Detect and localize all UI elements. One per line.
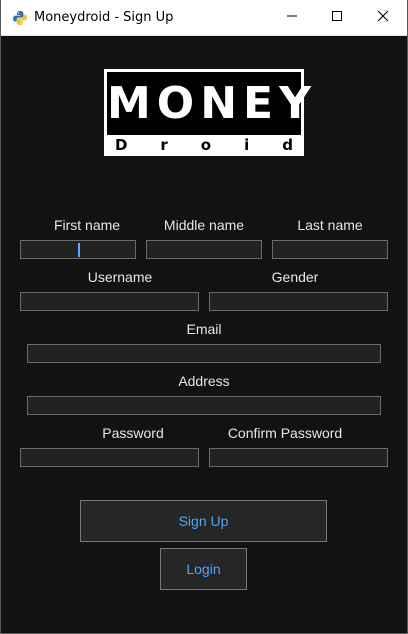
money-droid-logo: MONEY D r o i d	[104, 69, 317, 156]
signup-window: Moneydroid - Sign Up MONEY D r o i d Fir…	[0, 0, 408, 634]
last-name-label: Last name	[297, 217, 363, 233]
signup-button[interactable]: Sign Up	[80, 500, 327, 542]
login-button-label: Login	[186, 561, 221, 577]
logo-sub-text: D r o i d	[107, 135, 301, 156]
title-bar[interactable]: Moneydroid - Sign Up	[1, 0, 407, 36]
text-caret	[78, 243, 80, 257]
first-name-field[interactable]	[20, 240, 136, 259]
gender-field[interactable]	[209, 292, 388, 311]
address-field[interactable]	[27, 396, 381, 415]
maximize-button[interactable]	[314, 0, 360, 35]
close-icon	[377, 9, 389, 27]
maximize-icon	[331, 9, 343, 27]
python-icon	[12, 10, 28, 26]
logo-letter: r	[160, 136, 168, 154]
logo-main-text: MONEY	[107, 78, 317, 129]
logo-letter: d	[282, 136, 293, 154]
last-name-field[interactable]	[272, 240, 388, 259]
email-label: Email	[186, 321, 222, 337]
minimize-button[interactable]	[269, 0, 315, 35]
confirm-password-field[interactable]	[209, 448, 388, 467]
logo-letter: D	[115, 136, 128, 154]
logo-letter: o	[200, 136, 212, 154]
logo-band: D r o i d	[107, 135, 301, 156]
confirm-password-label: Confirm Password	[227, 425, 343, 441]
username-field[interactable]	[20, 292, 199, 311]
email-field[interactable]	[27, 344, 381, 363]
gender-label: Gender	[271, 269, 319, 285]
close-button[interactable]	[360, 0, 406, 35]
logo-inner: MONEY D r o i d	[107, 72, 317, 156]
window-title: Moneydroid - Sign Up	[34, 10, 174, 25]
address-label: Address	[178, 373, 230, 389]
middle-name-label: Middle name	[163, 217, 245, 233]
password-field[interactable]	[20, 448, 199, 467]
signup-button-label: Sign Up	[178, 513, 229, 529]
first-name-label: First name	[53, 217, 121, 233]
login-button[interactable]: Login	[160, 548, 247, 590]
username-label: Username	[87, 269, 153, 285]
minimize-icon	[286, 9, 298, 27]
logo-letter: i	[244, 136, 250, 154]
middle-name-field[interactable]	[146, 240, 262, 259]
